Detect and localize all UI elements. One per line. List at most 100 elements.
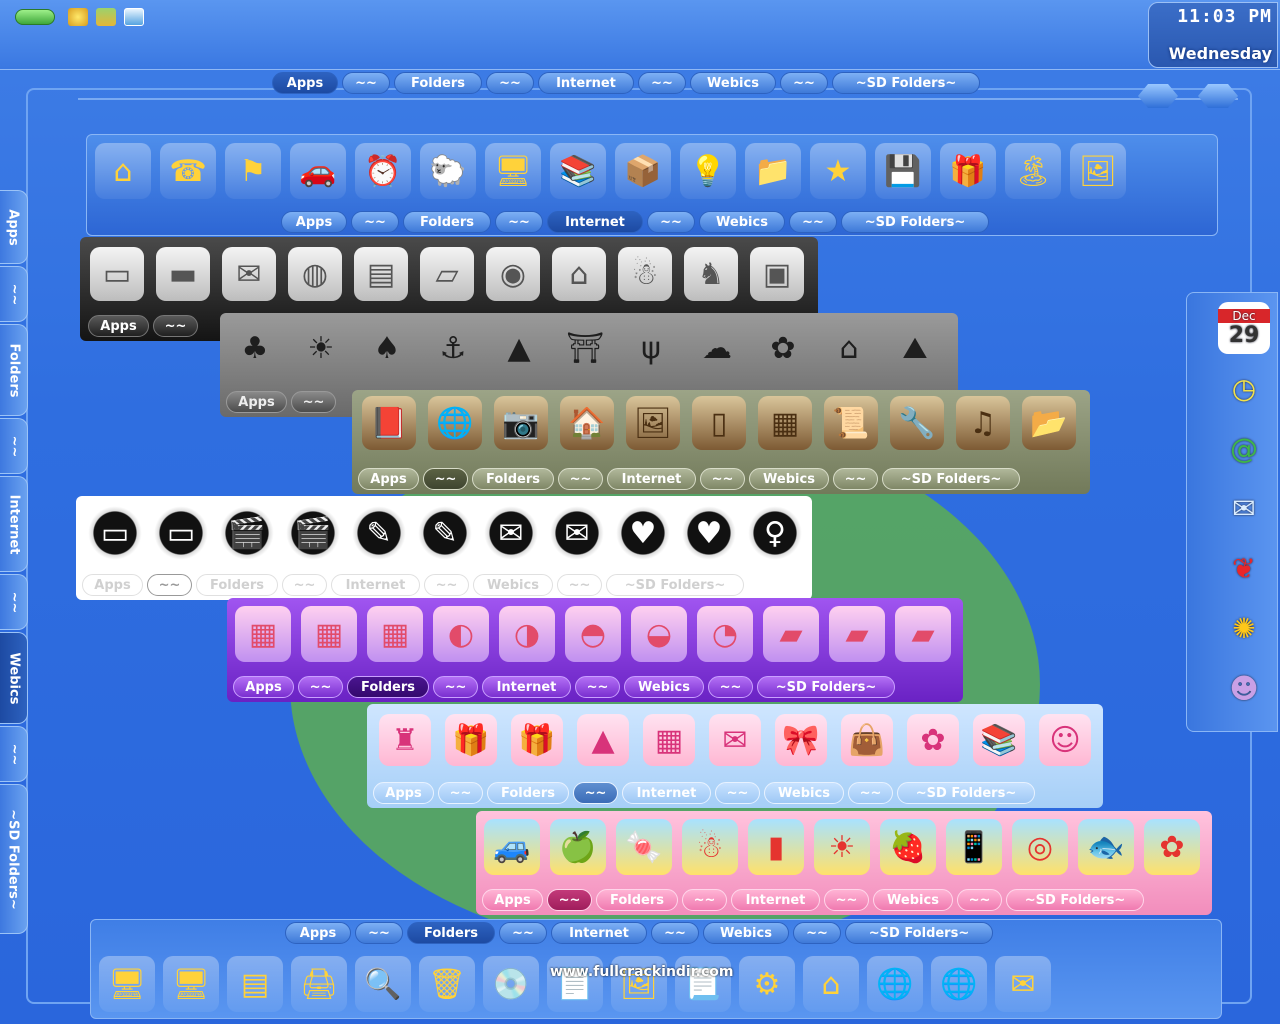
- chair-icon[interactable]: ♜: [379, 714, 431, 766]
- globe-drive-icon[interactable]: ◍: [288, 247, 342, 301]
- globe-icon[interactable]: 🌐: [931, 956, 987, 1012]
- drive-icon[interactable]: ▤: [354, 247, 408, 301]
- tab-internet[interactable]: Internet: [607, 468, 696, 490]
- person-icon[interactable]: ♀: [748, 506, 802, 560]
- monster-icon[interactable]: ☻: [1218, 662, 1270, 714]
- tab-sdfolders[interactable]: ~SD Folders~: [1006, 889, 1144, 911]
- tab-internet[interactable]: Internet: [551, 922, 647, 944]
- tab-webics[interactable]: Webics: [764, 782, 844, 804]
- alarm-clock-icon[interactable]: ⏰: [355, 143, 411, 199]
- tab-separator[interactable]: ~~: [638, 72, 686, 94]
- dog-icon[interactable]: ♞: [684, 247, 738, 301]
- film-icon[interactable]: 🎬: [220, 506, 274, 560]
- quicklaunch-globe-icon[interactable]: [68, 8, 88, 26]
- flower-icon[interactable]: ✿: [907, 714, 959, 766]
- home-icon[interactable]: ⌂: [552, 247, 606, 301]
- tab-separator[interactable]: ~~: [557, 574, 602, 596]
- tab-apps[interactable]: Apps: [226, 391, 287, 413]
- tab-separator[interactable]: ~~: [147, 574, 192, 596]
- candy-bag-icon[interactable]: 🍬: [616, 819, 672, 875]
- start-button[interactable]: [15, 9, 55, 25]
- tab-folders[interactable]: Folders: [487, 782, 569, 804]
- open-folder-icon[interactable]: 📂: [1022, 396, 1076, 450]
- tab-separator[interactable]: ~~: [647, 211, 695, 233]
- recycle-bin-icon[interactable]: 🗑: [419, 956, 475, 1012]
- tab-separator[interactable]: ~~: [651, 922, 699, 944]
- home-icon[interactable]: ⌂: [803, 956, 859, 1012]
- tab-separator[interactable]: ~~: [438, 782, 483, 804]
- tab-separator[interactable]: ~~: [495, 211, 543, 233]
- blue-folder-icon[interactable]: ▰: [829, 606, 885, 662]
- tab-webics[interactable]: Webics: [873, 889, 953, 911]
- sun-icon[interactable]: ☀: [814, 819, 870, 875]
- tab-folders[interactable]: Folders: [403, 211, 491, 233]
- tab-separator[interactable]: ~~: [486, 72, 534, 94]
- apple-slice-icon[interactable]: ◐: [433, 606, 489, 662]
- tab-separator[interactable]: ~~: [342, 72, 390, 94]
- tab-webics[interactable]: Webics: [624, 676, 704, 698]
- tab-sdfolders[interactable]: ~SD Folders~: [606, 574, 744, 596]
- tool-folder-icon[interactable]: 🔧: [890, 396, 944, 450]
- strawberry-icon[interactable]: 🍓: [880, 819, 936, 875]
- box-house-icon[interactable]: 📦: [615, 143, 671, 199]
- globe-icon[interactable]: 🌐: [428, 396, 482, 450]
- printer-icon[interactable]: 🖨: [291, 956, 347, 1012]
- fridge-icon[interactable]: ▯: [692, 396, 746, 450]
- tab-separator[interactable]: ~~: [780, 72, 828, 94]
- network-icon[interactable]: 🌐: [867, 956, 923, 1012]
- yellow-folder-icon[interactable]: ▰: [895, 606, 951, 662]
- tab-sdfolders[interactable]: ~SD Folders~: [897, 782, 1035, 804]
- fisherman-icon[interactable]: ⚓: [426, 321, 480, 375]
- star-icon[interactable]: ★: [810, 143, 866, 199]
- tab-separator[interactable]: ~~: [793, 922, 841, 944]
- checker-folder-icon[interactable]: ▦: [235, 606, 291, 662]
- lightbulb-icon[interactable]: 💡: [680, 143, 736, 199]
- tab-folders[interactable]: Folders: [347, 676, 429, 698]
- envelope-icon[interactable]: ✉: [484, 506, 538, 560]
- drawer-icon[interactable]: ▦: [758, 396, 812, 450]
- tab-separator[interactable]: ~~: [547, 889, 592, 911]
- quicklaunch-folder-icon[interactable]: [96, 8, 116, 26]
- watermelon-icon[interactable]: ◓: [565, 606, 621, 662]
- tab-sdfolders[interactable]: ~SD Folders~: [882, 468, 1020, 490]
- lime-icon[interactable]: ◔: [697, 606, 753, 662]
- tab-separator[interactable]: ~~: [833, 468, 878, 490]
- tab-webics[interactable]: Webics: [473, 574, 553, 596]
- mountain-icon[interactable]: ▲: [492, 321, 546, 375]
- cloud-icon[interactable]: ☁: [690, 321, 744, 375]
- apple-panel-icon[interactable]: ▣: [750, 247, 804, 301]
- tab-apps[interactable]: Apps: [82, 574, 143, 596]
- peaks-icon[interactable]: ⛰: [888, 321, 942, 375]
- tab-separator[interactable]: ~~: [789, 211, 837, 233]
- flower-icon[interactable]: ✿: [1144, 819, 1200, 875]
- hard-drive-icon[interactable]: ▬: [156, 247, 210, 301]
- tree-icon[interactable]: ♠: [360, 321, 414, 375]
- tab-separator[interactable]: ~~: [957, 889, 1002, 911]
- card-icon[interactable]: ✉: [709, 714, 761, 766]
- cd-icon[interactable]: 💿: [483, 956, 539, 1012]
- tab-internet[interactable]: Internet: [538, 72, 634, 94]
- email-book-icon[interactable]: @: [1218, 422, 1270, 474]
- tab-separator[interactable]: ~~: [291, 391, 336, 413]
- ipod-icon[interactable]: ▭: [90, 247, 144, 301]
- tab-webics[interactable]: Webics: [699, 211, 785, 233]
- books-icon[interactable]: 📚: [550, 143, 606, 199]
- tab-separator[interactable]: ~~: [573, 782, 618, 804]
- quicklaunch-window-icon[interactable]: [124, 8, 144, 26]
- mail-icon[interactable]: ✉: [222, 247, 276, 301]
- tab-separator[interactable]: ~~: [351, 211, 399, 233]
- tab-internet[interactable]: Internet: [331, 574, 420, 596]
- left-tab-folders[interactable]: Folders: [0, 324, 28, 416]
- fish-icon[interactable]: 🐟: [1078, 819, 1134, 875]
- envelope-icon[interactable]: ✉: [995, 956, 1051, 1012]
- left-tab-webics[interactable]: Webics: [0, 632, 28, 724]
- shopping-bag-icon[interactable]: 👜: [841, 714, 893, 766]
- tab-internet[interactable]: Internet: [731, 889, 820, 911]
- speaker-icon[interactable]: ◉: [486, 247, 540, 301]
- desktop-icon[interactable]: 🖥: [99, 956, 155, 1012]
- tab-separator[interactable]: ~~: [499, 922, 547, 944]
- computer-icon[interactable]: 🖥: [485, 143, 541, 199]
- sunflower-icon[interactable]: ✺: [1218, 602, 1270, 654]
- sun-icon[interactable]: ☀: [294, 321, 348, 375]
- music-folder-icon[interactable]: ♫: [956, 396, 1010, 450]
